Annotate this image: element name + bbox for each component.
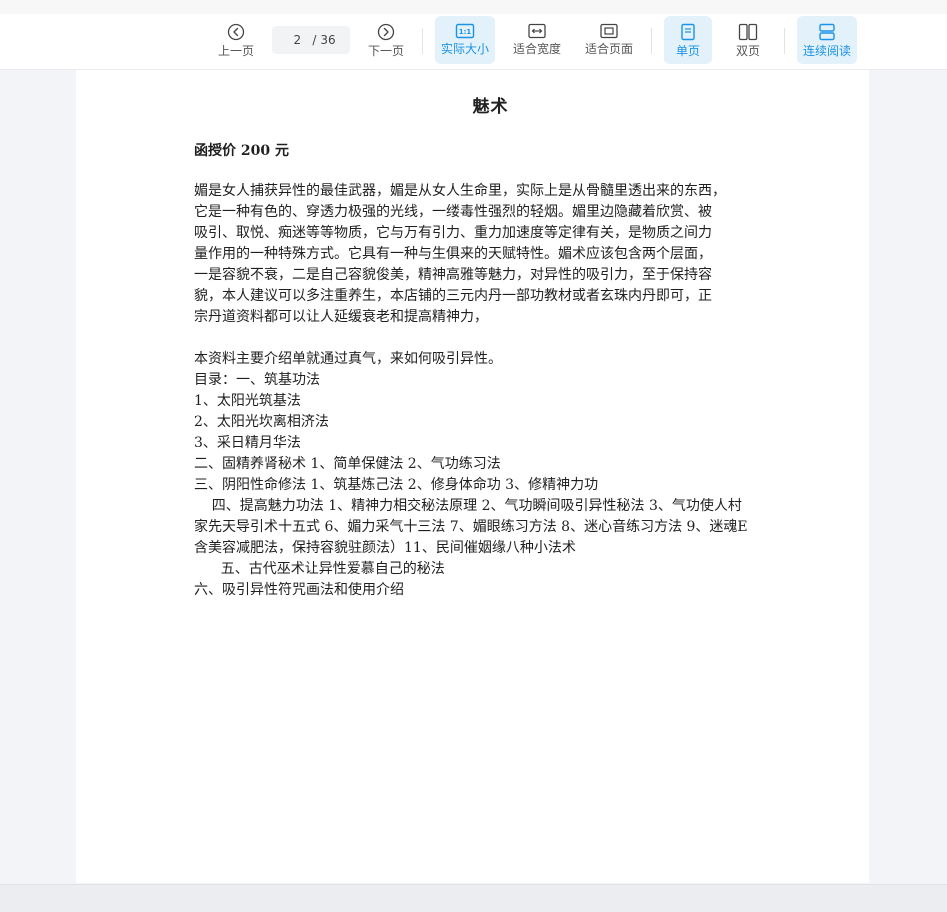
continuous-read-label: 连续阅读 <box>802 44 851 58</box>
fit-width-button[interactable]: 适合宽度 <box>507 16 567 64</box>
chevron-right-circle-icon <box>377 23 395 41</box>
next-page-label: 下一页 <box>367 44 404 58</box>
double-page-label: 双页 <box>735 44 760 58</box>
toolbar-divider <box>422 28 423 54</box>
document-viewer[interactable]: 魅术 函授价 200 元 媚是女人捕获异性的最佳武器，媚是从女人生命里，实际上是… <box>0 70 947 885</box>
text-line: 含美容减肥法，保持容貌驻颜法）11、民间催姻缘八种小法术 <box>194 540 576 556</box>
next-page-button[interactable]: 下一页 <box>362 16 410 64</box>
text-line: 三、阴阳性命修法 1、筑基炼己法 2、修身体命功 3、修精神力功 <box>194 477 599 493</box>
single-page-icon <box>680 23 696 41</box>
text-line: 五、古代巫术让异性爱慕自己的秘法 <box>194 561 445 577</box>
text-line: 二、固精养肾秘术 1、简单保健法 2、气功练习法 <box>194 456 501 472</box>
text-line: 家先天导引术十五式 6、媚力采气十三法 7、媚眼练习方法 8、迷心音练习方法 9… <box>194 519 748 535</box>
text-line: 一是容貌不衰，二是自己容貌俊美，精神高雅等魅力，对异性的吸引力，至于保持容 <box>194 267 712 283</box>
continuous-read-button[interactable]: 连续阅读 <box>797 16 857 64</box>
double-page-button[interactable]: 双页 <box>724 16 772 64</box>
current-page-input[interactable] <box>286 33 309 47</box>
double-page-icon <box>738 23 758 41</box>
continuous-read-icon <box>818 23 836 41</box>
prev-page-label: 上一页 <box>217 44 254 58</box>
text-line: 四、提高魅力功法 1、精神力相交秘法原理 2、气功瞬间吸引异性秘法 3、气功使人… <box>194 498 742 514</box>
fit-page-label: 适合页面 <box>584 42 633 56</box>
document-page: 魅术 函授价 200 元 媚是女人捕获异性的最佳武器，媚是从女人生命里，实际上是… <box>76 70 869 883</box>
single-page-button[interactable]: 单页 <box>664 16 712 64</box>
text-line: 本资料主要介绍单就通过真气，来如何吸引异性。 <box>194 351 502 367</box>
text-line: 媚是女人捕获异性的最佳武器，媚是从女人生命里，实际上是从骨髓里透出来的东西， <box>194 183 726 199</box>
fit-width-label: 适合宽度 <box>512 42 561 56</box>
bottom-status-bar <box>0 884 947 912</box>
toolbar-divider <box>651 28 652 54</box>
fit-page-icon <box>599 23 619 39</box>
prev-page-button[interactable]: 上一页 <box>212 16 260 64</box>
price-line: 函授价 200 元 <box>194 143 289 159</box>
text-line: 吸引、取悦、痴迷等等物质，它与万有引力、重力加速度等定律有关，是物质之间力 <box>194 225 712 241</box>
single-page-label: 单页 <box>675 44 700 58</box>
chevron-left-circle-icon <box>227 23 245 41</box>
svg-text:1:1: 1:1 <box>459 28 472 36</box>
actual-size-button[interactable]: 1:1 实际大小 <box>435 16 495 64</box>
total-pages: 36 <box>320 33 336 47</box>
text-line: 1、太阳光筑基法 <box>194 393 301 409</box>
actual-size-icon: 1:1 <box>455 23 475 39</box>
page-separator: / <box>312 33 317 47</box>
text-line: 3、采日精月华法 <box>194 435 301 451</box>
toolbar-divider <box>784 28 785 54</box>
text-line: 量作用的一种特殊方式。它具有一种与生俱来的天赋特性。媚术应该包含两个层面， <box>194 246 712 262</box>
text-line: 宗丹道资料都可以让人延缓衰老和提高精神力， <box>194 309 488 325</box>
text-line: 目录：一、筑基功法 <box>194 372 320 388</box>
reader-toolbar: 上一页 / 36 下一页 1:1 实际大小 <box>0 14 947 70</box>
text-line: 2、太阳光坎离相济法 <box>194 414 329 430</box>
text-line: 貌，本人建议可以多注重养生，本店铺的三元内丹一部功教材或者玄珠内丹即可，正 <box>194 288 712 304</box>
fit-page-button[interactable]: 适合页面 <box>579 16 639 64</box>
window-top-strip <box>0 0 947 14</box>
text-line: 六、吸引异性符咒画法和使用介绍 <box>194 582 404 598</box>
fit-width-icon <box>527 23 547 39</box>
page-counter: / 36 <box>272 26 350 54</box>
text-line: 它是一种有色的、穿透力极强的光线，一缕毒性强烈的轻烟。媚里边隐藏着欣赏、被 <box>194 204 712 220</box>
document-title: 魅术 <box>472 97 509 117</box>
actual-size-label: 实际大小 <box>440 42 489 56</box>
